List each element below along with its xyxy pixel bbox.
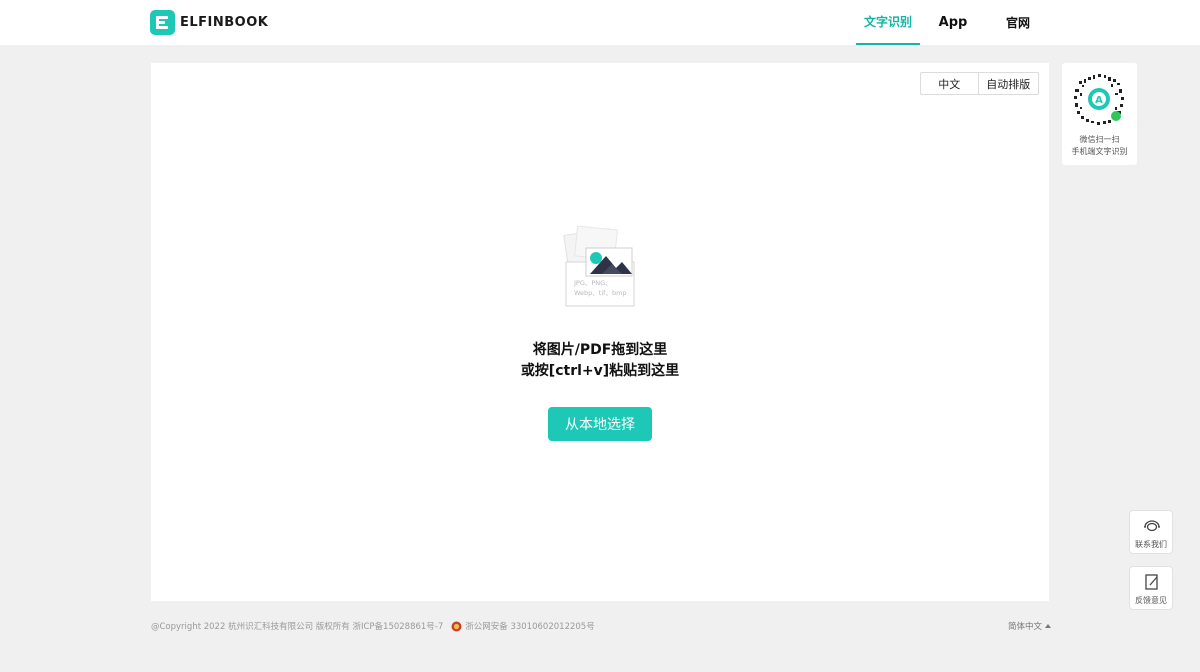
language-label: 简体中文 [1008,622,1043,632]
formats-line-2: Webp、tif、bmp [574,289,627,297]
headset-icon [1144,520,1160,532]
qr-code-icon: A [1072,72,1126,126]
copyright-text: @Copyright 2022 杭州识汇科技有限公司 版权所有 浙ICP备150… [151,622,444,632]
footer: @Copyright 2022 杭州识汇科技有限公司 版权所有 浙ICP备150… [151,620,595,632]
drop-prompt: 将图片/PDF拖到这里 [532,342,668,358]
nav-app[interactable]: App [930,0,976,45]
svg-text:A: A [1095,95,1103,106]
language-selector[interactable]: 简体中文 [1008,620,1052,632]
nav-official-site[interactable]: 官网 [995,0,1041,45]
paste-prompt: 或按[ctrl+v]粘贴到这里 [520,363,680,379]
brand-logo[interactable]: ELFINBOOK [150,10,268,35]
police-badge-icon [451,621,462,631]
formats-line-1: JPG、PNG、 [574,279,612,287]
contact-us-button[interactable]: 联系我们 [1129,510,1173,554]
nav-ocr[interactable]: 文字识别 [856,0,920,45]
top-header: ELFINBOOK 文字识别 App 官网 [0,0,1200,45]
qr-caption-mobile: 手机端文字识别 [1071,147,1128,156]
qr-caption-scan: 微信扫一扫 [1079,135,1120,144]
supported-formats: JPG、PNG、 Webp、tif、bmp [574,278,634,298]
feedback-label: 反馈意见 [1135,596,1167,605]
police-record-link[interactable]: 浙公网安备 33010602012205号 [465,620,594,632]
caret-up-icon [1045,624,1052,628]
choose-local-file-button[interactable]: 从本地选择 [548,407,652,441]
edit-icon [1145,574,1158,590]
toggle-chinese[interactable]: 中文 [921,73,979,94]
toggle-auto-layout[interactable]: 自动排版 [979,73,1038,94]
contact-us-label: 联系我们 [1135,540,1167,549]
upload-dropzone[interactable] [151,63,1049,601]
logo-icon [150,10,175,35]
feedback-button[interactable]: 反馈意见 [1129,566,1173,610]
brand-name: ELFINBOOK [180,15,269,30]
language-layout-toggle: 中文 自动排版 [920,72,1039,95]
